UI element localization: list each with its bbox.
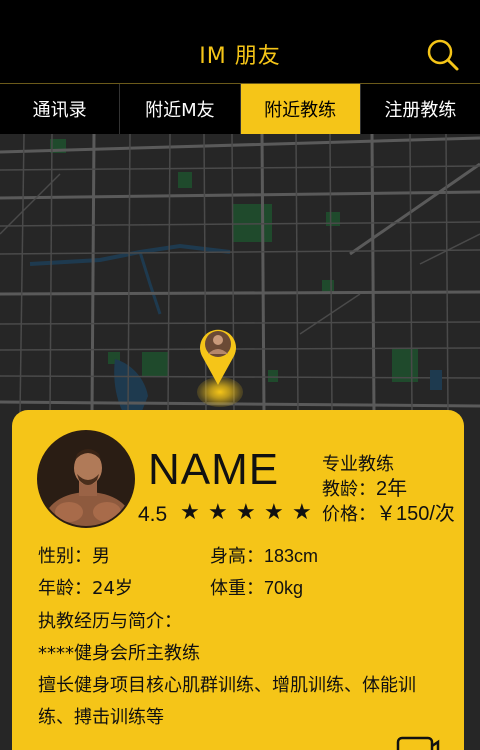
message-icon[interactable]: [396, 734, 440, 750]
coach-map-pin[interactable]: [198, 326, 238, 386]
coach-weight: 体重：70kg: [210, 578, 304, 599]
page-title: IM 朋友: [199, 44, 281, 69]
star-icon: ★: [292, 500, 312, 525]
coach-height: 身高：183cm: [210, 546, 319, 567]
coach-age: 年龄：24岁: [38, 578, 133, 599]
tab-contacts[interactable]: 通讯录: [0, 84, 121, 134]
bio-title: 执教经历与简介：: [38, 611, 182, 632]
star-icon: ★: [180, 500, 200, 525]
coach-info-card[interactable]: NAME 4.5 ★ ★ ★ ★ ★ 专业教练 教龄：2年 价格：￥150/次 …: [12, 410, 464, 750]
map-view[interactable]: NAME 4.5 ★ ★ ★ ★ ★ 专业教练 教龄：2年 价格：￥150/次 …: [0, 134, 480, 750]
star-icon: ★: [236, 500, 256, 525]
coach-avatar: [37, 430, 135, 528]
coach-experience: 教龄：2年: [322, 478, 408, 500]
bio-line: ****健身会所主教练: [38, 643, 200, 664]
coach-name: NAME: [148, 445, 280, 494]
tab-nearby-coaches[interactable]: 附近教练: [240, 84, 361, 134]
star-icon: ★: [208, 500, 228, 525]
coach-bio: 执教经历与简介： ****健身会所主教练 擅长健身项目核心肌群训练、增肌训练、体…: [38, 606, 448, 734]
tab-register-coach[interactable]: 注册教练: [361, 84, 480, 134]
tab-bar: 通讯录 附近M友 附近教练 注册教练: [0, 84, 480, 134]
coach-rating: 4.5: [138, 503, 168, 526]
coach-summary: 专业教练 教龄：2年 价格：￥150/次: [322, 452, 455, 527]
star-icon: ★: [264, 500, 284, 525]
coach-role: 专业教练: [322, 454, 394, 475]
app-header: IM 朋友: [0, 0, 480, 84]
coach-gender: 性别：男: [38, 546, 110, 567]
coach-price: 价格：￥150/次: [322, 503, 455, 525]
bio-line: 擅长健身项目核心肌群训练、增肌训练、体能训练、搏击训练等: [38, 675, 416, 728]
rating-stars: ★ ★ ★ ★ ★: [180, 502, 314, 524]
tab-nearby-friends[interactable]: 附近M友: [120, 84, 241, 134]
search-icon[interactable]: [426, 38, 460, 72]
